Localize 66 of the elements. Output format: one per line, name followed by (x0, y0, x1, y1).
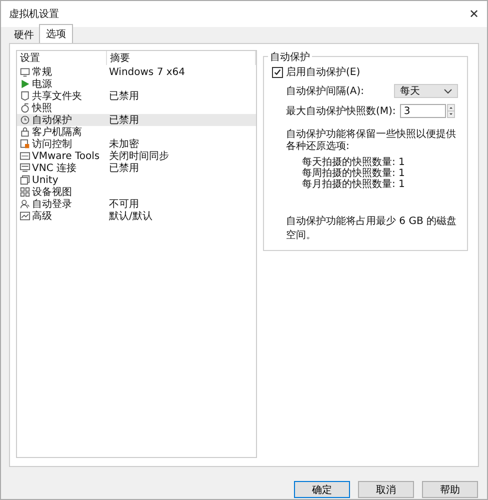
disk-note: 自动保护功能将占用最少 6 GB 的磁盘空间。 (285, 214, 458, 242)
interval-dropdown[interactable]: 每天 (394, 84, 458, 98)
setting-name: 访问控制 (32, 138, 72, 151)
setting-name: 常规 (32, 66, 52, 78)
window-icon (20, 175, 30, 185)
monitor-icon (20, 163, 30, 173)
window-icon (20, 151, 30, 161)
field-label: 最大自动保护快照数(M): (286, 104, 397, 118)
caret-icon (444, 88, 452, 94)
dialog-button[interactable]: 取消 (358, 481, 414, 498)
list-row[interactable]: 快照 (17, 102, 256, 114)
setting-summary: 默认/默认 (109, 211, 152, 222)
checkbox[interactable] (272, 66, 283, 78)
grid-icon (20, 187, 30, 197)
play-icon (20, 79, 30, 89)
setting-summary: 已禁用 (109, 91, 139, 102)
list-row[interactable]: VNC 连接 已禁用 (17, 162, 256, 174)
close-button[interactable]: ✕ (468, 7, 479, 21)
list-row[interactable]: 常规 Windows 7 x64 (17, 66, 256, 78)
user-icon (20, 199, 30, 209)
monitor-icon (20, 67, 30, 77)
chart-icon (20, 211, 30, 221)
count-text: 每周拍摄的快照数量: 1 (302, 168, 406, 179)
setting-name: 设备视图 (32, 186, 72, 199)
description-text: 自动保护功能将保留一些快照以便提供各种还原选项: (285, 129, 457, 153)
setting-summary: Windows 7 x64 (109, 66, 186, 78)
tab[interactable]: 硬件 (9, 26, 39, 43)
setting-name: VMware Tools (32, 150, 100, 162)
checkbox-label: 启用自动保护(E) (286, 66, 360, 79)
list-row[interactable]: 共享文件夹 已禁用 (17, 90, 256, 102)
window-title: 虚拟机设置 (9, 8, 59, 21)
setting-name: VNC 连接 (32, 162, 76, 175)
setting-name: 高级 (32, 210, 52, 223)
tab[interactable]: 选项 (39, 24, 73, 43)
number-field[interactable]: 3 (400, 104, 446, 118)
list-row[interactable]: 电源 (17, 78, 256, 90)
list-row[interactable]: 访问控制 未加密 (17, 138, 256, 150)
list-row[interactable]: Unity (17, 174, 256, 186)
setting-name: 共享文件夹 (32, 90, 82, 102)
setting-summary: 未加密 (109, 139, 139, 150)
setting-summary: 已禁用 (109, 163, 139, 174)
list-row[interactable]: 高级 默认/默认 (17, 210, 256, 222)
list-row[interactable]: VMware Tools 关闭时间同步 (17, 150, 256, 162)
field-label: 自动保护间隔(A): (286, 84, 366, 98)
setting-name: 自动登录 (32, 198, 72, 210)
list-row[interactable]: 自动登录 不可用 (17, 198, 256, 210)
setting-name: 客户机隔离 (32, 126, 82, 138)
spin-buttons[interactable] (446, 104, 456, 118)
group-title: 自动保护 (268, 50, 312, 64)
setting-summary: 不可用 (109, 199, 139, 210)
setting-name: 电源 (32, 78, 52, 90)
clock-icon (20, 115, 30, 125)
column-header: 设置 (17, 51, 107, 65)
column-header: 摘要 (107, 51, 256, 65)
list-row[interactable]: 设备视图 (17, 186, 256, 198)
list-row[interactable]: 自动保护 已禁用 (17, 114, 256, 126)
setting-summary: 关闭时间同步 (109, 151, 169, 162)
dialog-button[interactable]: 确定 (294, 481, 350, 498)
list-row[interactable]: 客户机隔离 (17, 126, 256, 138)
setting-name: 自动保护 (32, 114, 72, 126)
dialog-button[interactable]: 帮助 (422, 481, 478, 498)
count-text: 每天拍摄的快照数量: 1 (302, 157, 406, 168)
setting-summary: 已禁用 (109, 115, 139, 126)
count-text: 每月拍摄的快照数量: 1 (302, 179, 406, 190)
setting-name: 快照 (32, 102, 52, 115)
setting-name: Unity (32, 174, 58, 186)
